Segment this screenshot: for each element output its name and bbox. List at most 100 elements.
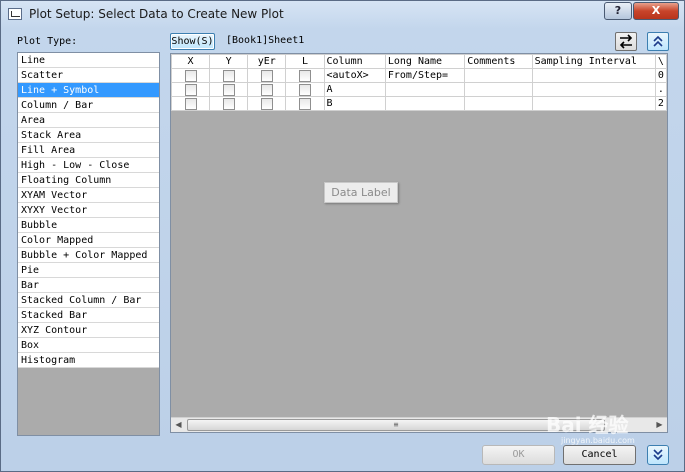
checkbox-l[interactable] (298, 97, 311, 110)
checkbox-cell-l (285, 82, 325, 97)
window-title: Plot Setup: Select Data to Create New Pl… (29, 7, 284, 21)
checkbox-cell-x (171, 82, 211, 97)
checkbox-cell-y (209, 96, 249, 111)
cell-comments[interactable] (464, 96, 533, 111)
cell-long-name[interactable] (384, 96, 466, 111)
plot-type-item[interactable]: Line + Symbol (18, 83, 159, 98)
checkbox-cell-l (285, 96, 325, 111)
checkbox-yer[interactable] (260, 69, 273, 82)
cancel-button[interactable]: Cancel (563, 445, 636, 465)
checkbox-cell-yer (247, 96, 287, 111)
checkbox-yer[interactable] (260, 83, 273, 96)
plot-type-item[interactable]: Bubble + Color Mapped (18, 248, 159, 263)
cell-comments[interactable] (464, 82, 533, 97)
header-y[interactable]: Y (209, 54, 249, 69)
header-sampling-interval[interactable]: Sampling Interval (531, 54, 656, 69)
ok-button[interactable]: OK (482, 445, 555, 465)
plot-type-item[interactable]: XYXY Vector (18, 203, 159, 218)
plot-type-item[interactable]: Color Mapped (18, 233, 159, 248)
data-label-tooltip: Data Label (324, 182, 398, 203)
plot-type-item[interactable]: Fill Area (18, 143, 159, 158)
plot-type-item[interactable]: XYZ Contour (18, 323, 159, 338)
checkbox-cell-x (171, 68, 211, 83)
plot-type-item[interactable]: Bar (18, 278, 159, 293)
cell-truncated: . (654, 82, 667, 97)
header-column[interactable]: Column (323, 54, 386, 69)
checkbox-x[interactable] (184, 69, 197, 82)
checkbox-y[interactable] (222, 69, 235, 82)
cell-sampling-interval[interactable] (531, 68, 656, 83)
header-yer[interactable]: yEr (247, 54, 287, 69)
plot-setup-dialog: Plot Setup: Select Data to Create New Pl… (0, 0, 685, 472)
checkbox-cell-yer (247, 82, 287, 97)
sheet-label: [Book1]Sheet1 (226, 35, 305, 46)
plot-type-label: Plot Type: (17, 36, 78, 47)
collapse-up-button[interactable] (647, 32, 669, 51)
plot-type-item[interactable]: Histogram (18, 353, 159, 368)
checkbox-cell-yer (247, 68, 287, 83)
plot-type-item[interactable]: Box (18, 338, 159, 353)
checkbox-y[interactable] (222, 83, 235, 96)
plot-type-item[interactable]: Stacked Bar (18, 308, 159, 323)
table-row[interactable]: B2 (171, 96, 667, 111)
column-grid[interactable]: X Y yEr L Column Long Name Comments Samp… (170, 53, 668, 433)
plot-type-item[interactable]: High - Low - Close (18, 158, 159, 173)
header-truncated: \ (654, 54, 667, 69)
plot-type-item[interactable]: XYAM Vector (18, 188, 159, 203)
cell-truncated: 0 (654, 68, 667, 83)
plot-type-item[interactable]: Column / Bar (18, 98, 159, 113)
header-comments[interactable]: Comments (464, 54, 533, 69)
header-long-name[interactable]: Long Name (384, 54, 466, 69)
table-row[interactable]: A. (171, 82, 667, 97)
header-x[interactable]: X (171, 54, 211, 69)
help-button[interactable]: ? (604, 2, 632, 20)
checkbox-yer[interactable] (260, 97, 273, 110)
show-button[interactable]: Show(S) (170, 33, 215, 50)
column-table: X Y yEr L Column Long Name Comments Samp… (171, 54, 667, 111)
cell-sampling-interval[interactable] (531, 82, 656, 97)
checkbox-cell-y (209, 68, 249, 83)
plot-type-item[interactable]: Stack Area (18, 128, 159, 143)
table-header-row: X Y yEr L Column Long Name Comments Samp… (171, 54, 667, 69)
plot-type-item[interactable]: Pie (18, 263, 159, 278)
watermark-logo: Bai 经验 (546, 413, 629, 437)
plot-type-item[interactable]: Area (18, 113, 159, 128)
table-row[interactable]: <autoX> From/Step= 0 (171, 68, 667, 83)
cell-column[interactable]: A (323, 82, 386, 97)
cell-truncated: 2 (654, 96, 667, 111)
checkbox-l[interactable] (298, 83, 311, 96)
scroll-right-icon[interactable]: ▶ (652, 418, 667, 432)
scroll-thumb[interactable]: ≡ (187, 419, 605, 431)
plot-type-item[interactable]: Scatter (18, 68, 159, 83)
watermark-url: jingyan.baidu.com (561, 436, 635, 445)
plot-type-item[interactable]: Stacked Column / Bar (18, 293, 159, 308)
plot-type-item[interactable]: Line (18, 53, 159, 68)
header-l[interactable]: L (285, 54, 325, 69)
swap-arrows-icon (619, 34, 633, 49)
plot-type-item[interactable]: Floating Column (18, 173, 159, 188)
cell-column[interactable]: <autoX> (323, 68, 386, 83)
cell-sampling-interval[interactable] (531, 96, 656, 111)
checkbox-cell-x (171, 96, 211, 111)
title-bar[interactable]: Plot Setup: Select Data to Create New Pl… (1, 1, 684, 29)
checkbox-y[interactable] (222, 97, 235, 110)
double-chevron-up-icon (653, 35, 663, 47)
plot-type-item[interactable]: Bubble (18, 218, 159, 233)
grip-icon: ≡ (393, 420, 399, 429)
swap-button[interactable] (615, 32, 637, 51)
cell-long-name[interactable] (384, 82, 466, 97)
checkbox-cell-l (285, 68, 325, 83)
double-chevron-down-icon (653, 449, 663, 461)
plot-type-list[interactable]: Line Scatter Line + Symbol Column / Bar Area… (17, 52, 160, 436)
cell-comments[interactable] (464, 68, 533, 83)
checkbox-x[interactable] (184, 97, 197, 110)
checkbox-x[interactable] (184, 83, 197, 96)
scroll-left-icon[interactable]: ◀ (171, 418, 186, 432)
app-window-icon (8, 8, 22, 20)
expand-button[interactable] (647, 445, 669, 465)
close-button[interactable]: X (633, 2, 679, 20)
cell-long-name[interactable]: From/Step= (384, 68, 466, 83)
checkbox-cell-y (209, 82, 249, 97)
checkbox-l[interactable] (298, 69, 311, 82)
cell-column[interactable]: B (323, 96, 386, 111)
